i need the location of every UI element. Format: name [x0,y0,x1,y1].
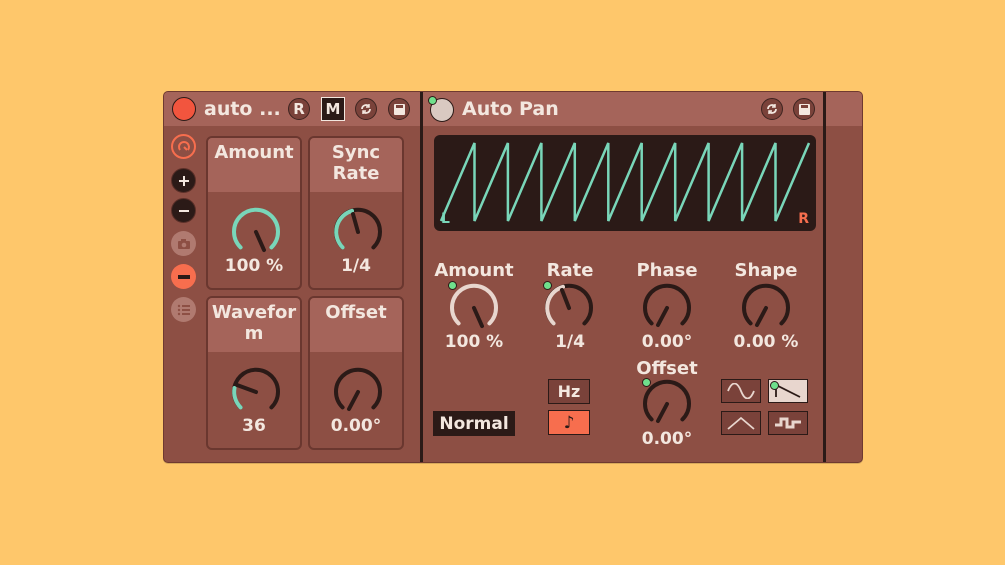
macro-waveform-knob[interactable] [228,364,284,420]
macro-value: 1/4 [341,256,371,276]
macro-amount[interactable]: Amount 100 % [206,136,302,290]
device-divider [823,92,826,462]
macro-label: Amount [208,138,300,192]
rack-power-button[interactable] [172,97,196,121]
list-icon[interactable] [171,297,196,322]
lfo-waveform [439,142,811,222]
macro-waveform[interactable]: Wavefor m 36 [206,296,302,450]
rack-divider [420,92,423,462]
rate-modulation-led [543,281,552,290]
random-icon[interactable] [768,411,808,435]
macro-label: Wavefor m [208,298,300,352]
macro-value: 100 % [224,256,284,276]
param-amount-label: Amount [434,260,514,281]
save-icon[interactable] [388,98,410,120]
rate-sync-button[interactable]: ♪ [548,410,590,435]
param-rate-label: Rate [546,260,594,281]
autopan-save-icon[interactable] [793,98,815,120]
device-rack: auto ... R M Amount 100 % Sync Rate 1/4 … [163,91,863,463]
autopan-title: Auto Pan [462,98,559,120]
phase-knob[interactable] [639,280,695,336]
waveform-modulation-led [770,381,779,390]
autopan-led [428,96,437,105]
param-shape-value: 0.00 % [733,332,799,352]
macro-offset[interactable]: Offset 0.00° [308,296,404,450]
autopan-hot-swap-icon[interactable] [761,98,783,120]
amount-modulation-led [448,281,457,290]
remove-macro-icon[interactable] [171,198,196,223]
offset-modulation-led [642,378,651,387]
macro-amount-knob[interactable] [228,204,284,260]
chain-list-icon[interactable] [171,264,196,289]
macro-label: Offset [310,298,402,352]
macro-value: 36 [242,416,266,436]
rack-title: auto ... [204,98,281,120]
hot-swap-icon[interactable] [355,98,377,120]
triangle-icon[interactable] [721,411,761,435]
param-phase-value: 0.00° [641,332,693,352]
empty-chain-header [826,92,862,126]
scope-left-label: L [441,211,450,227]
mode-select[interactable]: Normal [433,411,515,436]
macro-offset-knob[interactable] [330,364,386,420]
randomize-button[interactable]: R [288,98,310,120]
param-amount-value: 100 % [444,332,504,352]
macro-sync-rate-knob[interactable] [330,204,386,260]
param-shape-label: Shape [734,260,798,281]
macro-sync-rate[interactable]: Sync Rate 1/4 [308,136,404,290]
param-offset-value: 0.00° [641,429,693,449]
shape-knob[interactable] [738,280,794,336]
param-phase-label: Phase [636,260,698,281]
param-rate-value: 1/4 [555,332,585,352]
macro-label: Sync Rate [310,138,402,192]
macro-value: 0.00° [330,416,382,436]
map-button[interactable]: M [321,97,345,121]
rate-hz-button[interactable]: Hz [548,379,590,404]
add-macro-icon[interactable] [171,168,196,193]
lfo-display: L R [434,135,816,231]
camera-icon[interactable] [171,231,196,256]
scope-right-label: R [798,211,809,227]
lfo-waveform-line [439,142,811,222]
show-macros-icon[interactable] [171,134,196,159]
sine-icon[interactable] [721,379,761,403]
